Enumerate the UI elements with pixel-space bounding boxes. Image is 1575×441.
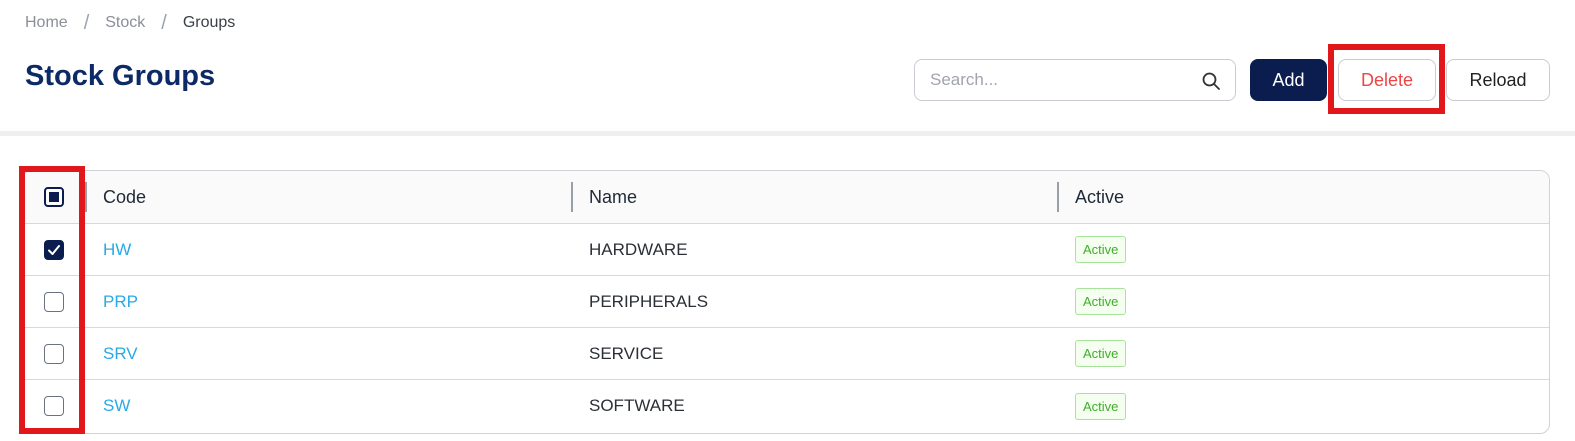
- row-checkbox[interactable]: [44, 291, 64, 312]
- code-cell: HW: [103, 224, 131, 275]
- breadcrumb: Home / Stock / Groups: [25, 12, 236, 34]
- select-all-cell: [23, 171, 85, 223]
- active-cell: Active: [1075, 224, 1127, 275]
- column-header-name[interactable]: Name: [589, 171, 637, 223]
- breadcrumb-separator: /: [83, 12, 90, 34]
- status-badge: Active: [1075, 392, 1127, 420]
- name-cell: SOFTWARE: [589, 396, 685, 415]
- code-link[interactable]: SW: [103, 396, 130, 416]
- row-checkbox[interactable]: [44, 239, 64, 260]
- active-cell: Active: [1075, 380, 1127, 432]
- search-input[interactable]: [915, 69, 1202, 91]
- active-cell: Active: [1075, 276, 1127, 327]
- stock-groups-table: Code Name Active HW HARDWARE Active PRP …: [22, 170, 1550, 434]
- row-select-cell: [23, 276, 85, 327]
- row-select-cell: [23, 328, 85, 379]
- breadcrumb-separator: /: [161, 12, 167, 34]
- add-button[interactable]: Add: [1250, 59, 1327, 101]
- search-box[interactable]: [914, 59, 1236, 101]
- table-row[interactable]: HW HARDWARE Active: [23, 224, 1549, 276]
- active-cell: Active: [1075, 328, 1127, 379]
- check-icon: [48, 244, 60, 255]
- breadcrumb-home[interactable]: Home: [25, 14, 68, 32]
- reload-button[interactable]: Reload: [1446, 59, 1550, 101]
- select-all-checkbox[interactable]: [44, 187, 64, 207]
- code-link[interactable]: HW: [103, 240, 131, 260]
- row-select-cell: [23, 380, 85, 432]
- name-cell: SERVICE: [589, 343, 664, 363]
- table-row[interactable]: PRP PERIPHERALS Active: [23, 276, 1549, 328]
- breadcrumb-stock[interactable]: Stock: [105, 14, 145, 32]
- row-checkbox[interactable]: [44, 396, 64, 416]
- table-row[interactable]: SRV SERVICE Active: [23, 328, 1549, 380]
- column-header-code[interactable]: Code: [103, 171, 146, 223]
- status-badge: Active: [1075, 340, 1127, 367]
- column-header-active[interactable]: Active: [1075, 171, 1124, 223]
- column-resize-handle[interactable]: [85, 182, 87, 212]
- table-header-row: Code Name Active: [23, 171, 1549, 224]
- header-divider: [0, 131, 1575, 136]
- code-cell: SW: [103, 380, 130, 432]
- code-link[interactable]: PRP: [103, 292, 138, 312]
- search-icon[interactable]: [1201, 71, 1221, 91]
- row-checkbox[interactable]: [44, 343, 64, 364]
- code-cell: PRP: [103, 276, 138, 327]
- indeterminate-mark: [49, 192, 59, 202]
- name-cell: HARDWARE: [589, 239, 688, 259]
- name-cell: PERIPHERALS: [589, 291, 709, 311]
- table-row[interactable]: SW SOFTWARE Active: [23, 380, 1549, 432]
- column-resize-handle[interactable]: [571, 182, 573, 212]
- code-link[interactable]: SRV: [103, 344, 138, 364]
- column-resize-handle[interactable]: [1057, 182, 1059, 212]
- status-badge: Active: [1075, 236, 1127, 263]
- breadcrumb-groups: Groups: [182, 14, 236, 31]
- code-cell: SRV: [103, 328, 138, 379]
- page-title: Stock Groups: [25, 60, 216, 92]
- status-badge: Active: [1075, 288, 1127, 315]
- delete-button[interactable]: Delete: [1338, 59, 1436, 101]
- row-select-cell: [23, 224, 85, 275]
